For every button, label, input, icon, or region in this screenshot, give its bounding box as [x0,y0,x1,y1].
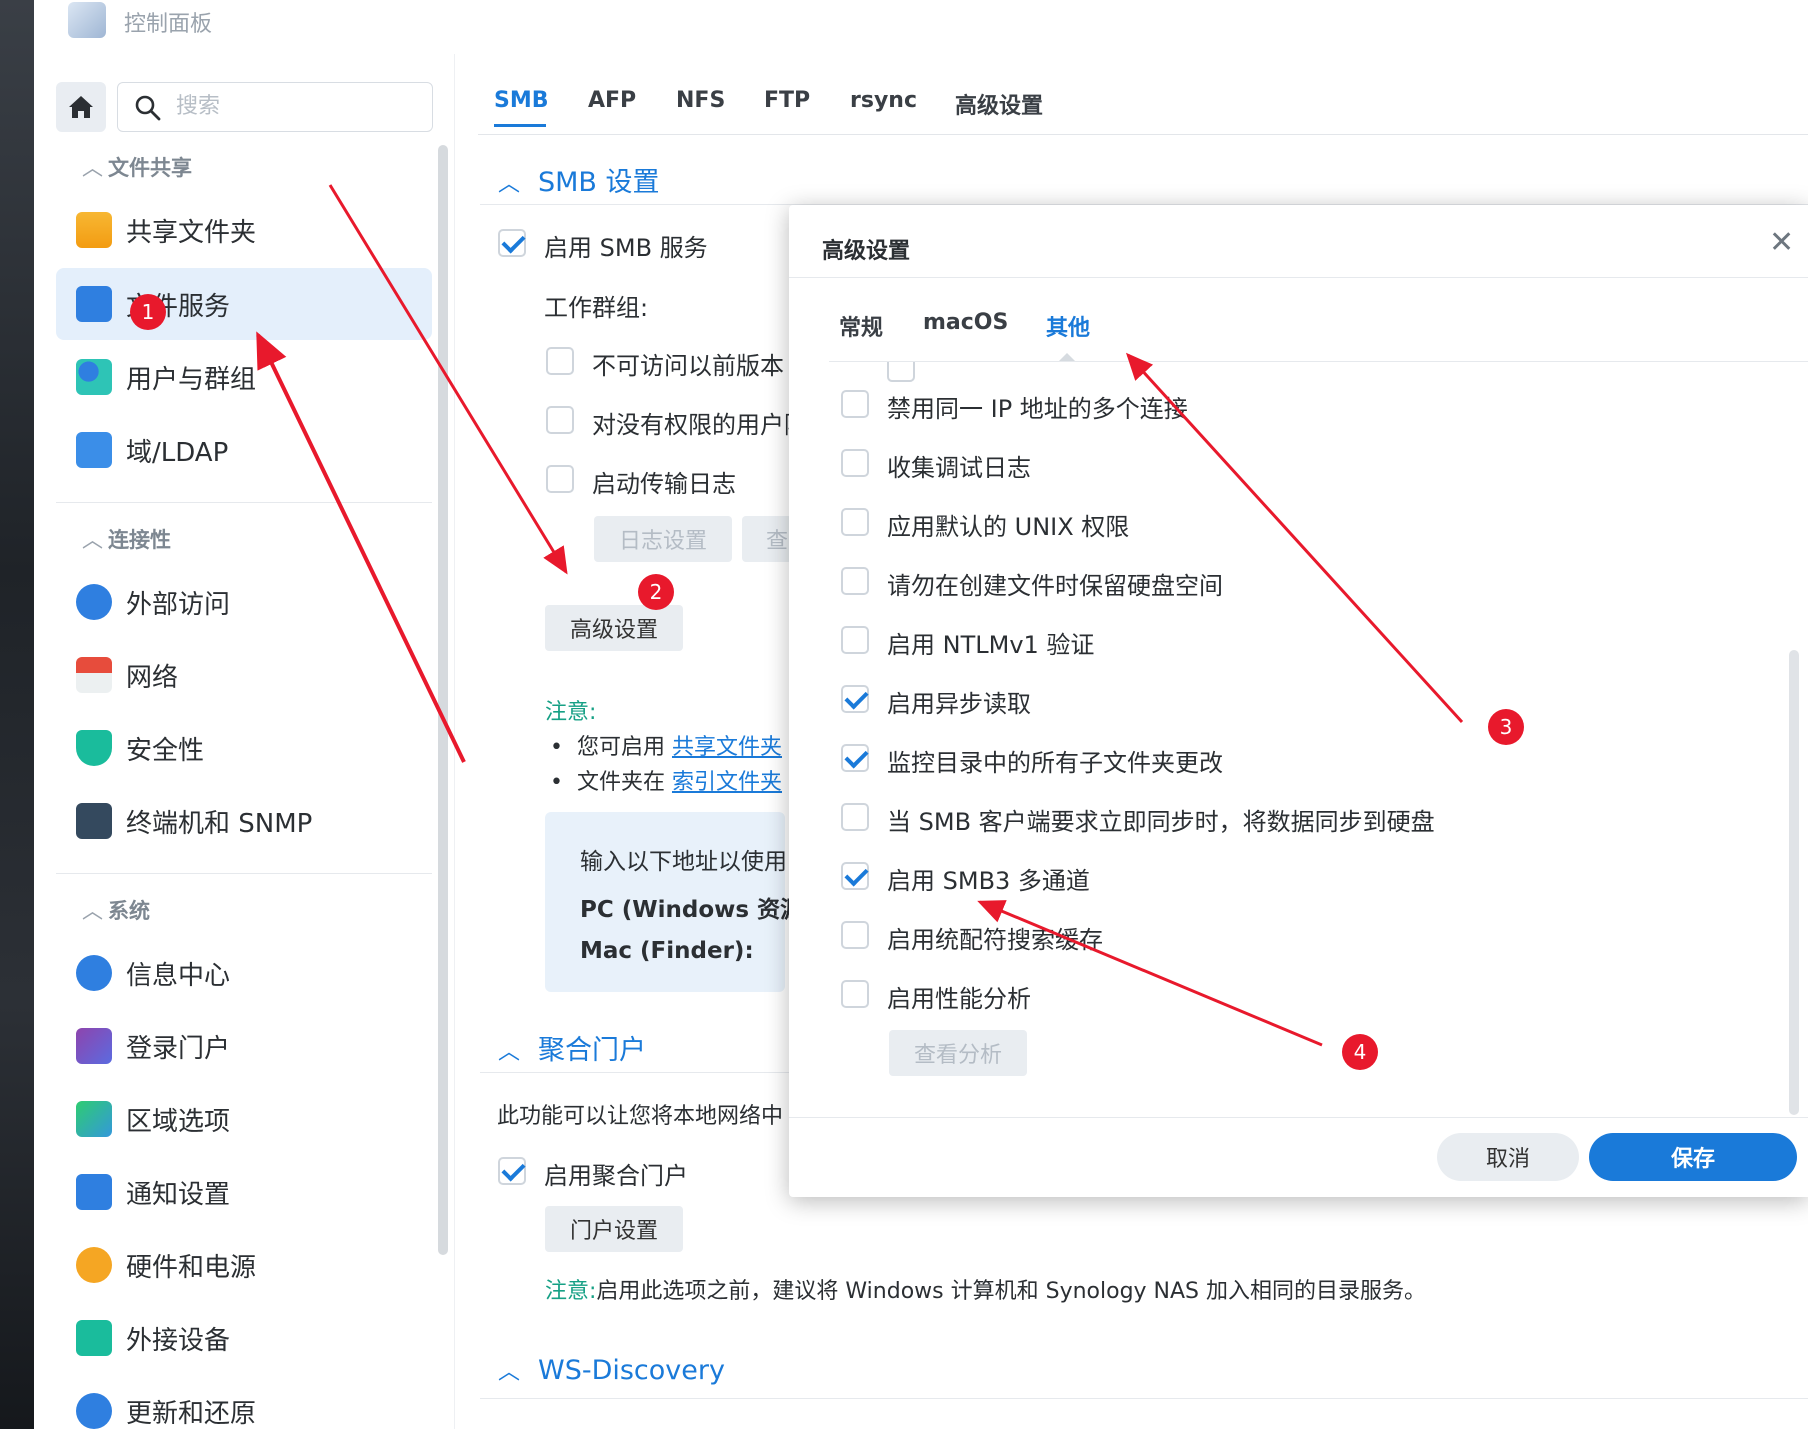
annotation-badge: 2 [638,574,674,610]
annotation-arrow-3 [1125,352,1464,724]
annotation-arrow-1 [256,331,466,763]
annotation-arrow-2 [328,184,568,575]
annotation-arrows [256,184,1464,1047]
annotation-arrow-4 [977,900,1323,1047]
annotation-badge: 4 [1342,1034,1378,1070]
annotation-badge: 3 [1488,709,1524,745]
annotation-badge: 1 [130,294,166,330]
